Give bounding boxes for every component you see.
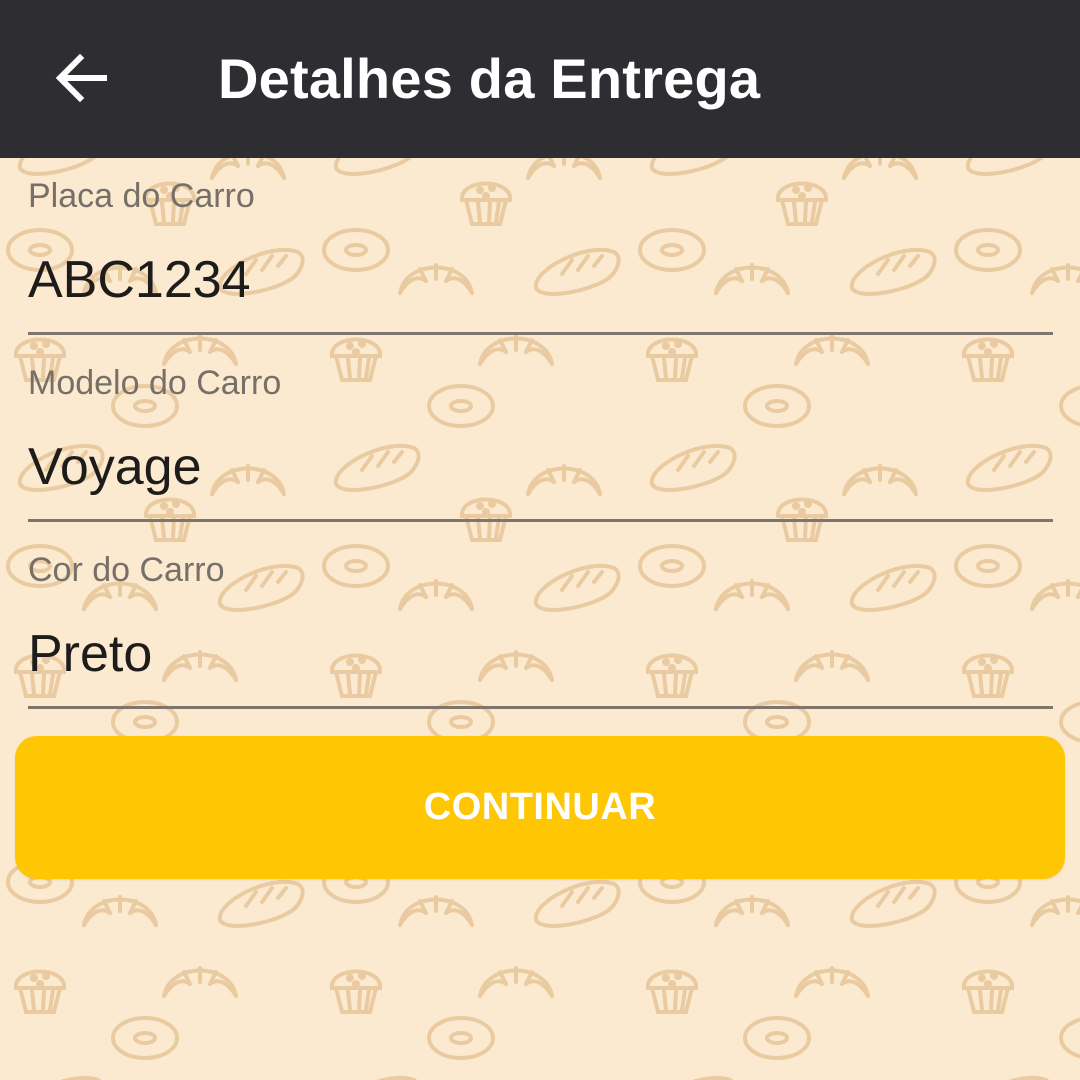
app-bar: Detalhes da Entrega [0,0,1080,158]
car-color-underline [28,706,1053,709]
bakery-pattern-background [0,0,1080,1080]
car-color-input[interactable] [28,618,1053,690]
back-button[interactable] [42,38,122,118]
car-model-underline [28,519,1053,522]
license-plate-underline [28,332,1053,335]
car-model-input[interactable] [28,431,1053,503]
car-color-label: Cor do Carro [28,551,225,589]
page-title: Detalhes da Entrega [218,47,761,110]
arrow-left-icon [55,53,107,103]
license-plate-input[interactable] [28,244,1053,316]
car-model-label: Modelo do Carro [28,364,282,402]
continue-button[interactable]: CONTINUAR [15,736,1065,879]
delivery-details-screen: Detalhes da Entrega Placa do Carro Model… [0,0,1080,1080]
license-plate-label: Placa do Carro [28,177,255,215]
